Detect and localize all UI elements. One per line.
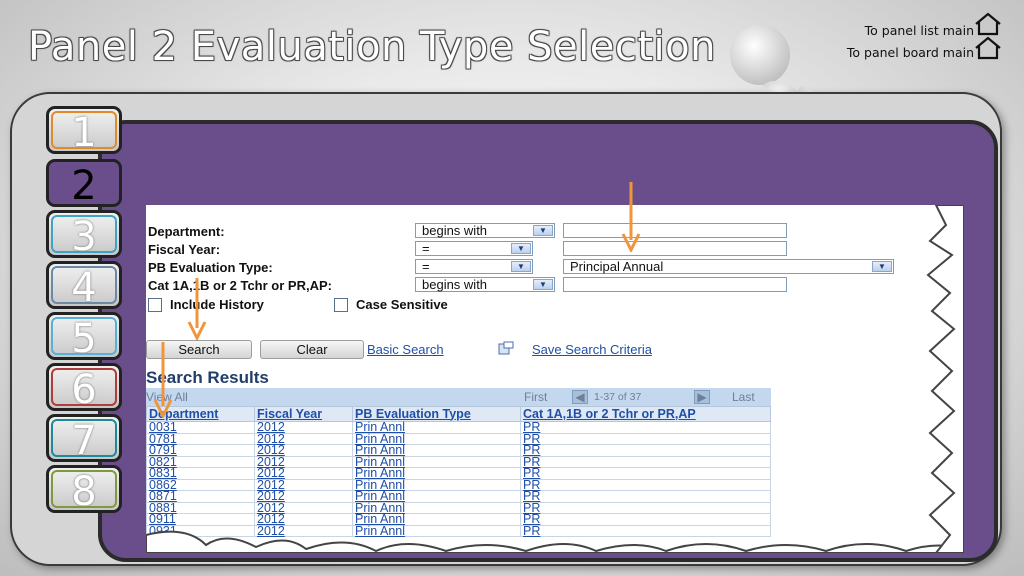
cat-cell[interactable]: PR (520, 456, 771, 468)
torn-edge-right (926, 205, 964, 553)
embedded-search-screenshot: Department: Fiscal Year: PB Evaluation T… (146, 205, 964, 553)
pb-evaluation-type-select[interactable]: Principal Annual ▼ (563, 259, 894, 274)
chevron-down-icon: ▼ (872, 261, 892, 272)
torn-edge-bottom (146, 530, 964, 553)
cat-operator-select[interactable]: begins with ▼ (415, 277, 555, 292)
first-link[interactable]: First (524, 390, 547, 404)
fiscal-year-input[interactable] (563, 241, 787, 256)
include-history-label: Include History (170, 297, 264, 312)
cat-cell[interactable]: PR (520, 421, 771, 434)
home-icon[interactable] (974, 12, 1002, 36)
table-row: 0871 2012 Prin Annl PR (146, 490, 771, 503)
table-row: 0831 2012 Prin Annl PR (146, 467, 771, 480)
cat-cell[interactable]: PR (520, 479, 771, 491)
department-operator-select[interactable]: begins with ▼ (415, 223, 555, 238)
pb-evaluation-type-operator-select[interactable]: = ▼ (415, 259, 533, 274)
table-row: 0862 2012 Prin Annl PR (146, 479, 771, 491)
department-input[interactable] (563, 223, 787, 238)
table-row: 0821 2012 Prin Annl PR (146, 456, 771, 468)
chevron-down-icon: ▼ (511, 243, 531, 254)
chevron-down-icon: ▼ (533, 225, 553, 236)
chevron-down-icon: ▼ (533, 279, 553, 290)
cat-cell[interactable]: PR (520, 467, 771, 480)
fiscal-year-label: Fiscal Year: (148, 242, 221, 257)
next-arrow-icon[interactable]: ▶ (694, 390, 710, 404)
table-row: 0791 2012 Prin Annl PR (146, 444, 771, 457)
case-sensitive-label: Case Sensitive (356, 297, 448, 312)
clear-button[interactable]: Clear (260, 340, 364, 359)
case-sensitive-checkbox[interactable] (334, 298, 348, 312)
include-history-checkbox[interactable] (148, 298, 162, 312)
arrow-to-search-button-icon (187, 278, 207, 340)
previous-arrow-icon[interactable]: ◀ (572, 390, 588, 404)
tab-1[interactable]: 1 (46, 106, 122, 156)
tab-4[interactable]: 4 (46, 261, 122, 311)
fiscal-year-operator-select[interactable]: = ▼ (415, 241, 533, 256)
save-icon[interactable] (498, 341, 514, 355)
tab-7[interactable]: 7 (46, 414, 122, 464)
results-navigation-bar: View All First ◀ 1-37 of 37 ▶ Last (146, 388, 771, 406)
tab-2[interactable]: 2 (46, 159, 122, 209)
arrow-to-eval-type-icon (621, 182, 641, 252)
tab-5[interactable]: 5 (46, 312, 122, 362)
chevron-down-icon: ▼ (511, 261, 531, 272)
arrow-to-department-column-icon (153, 342, 173, 418)
table-row: 0781 2012 Prin Annl PR (146, 433, 771, 445)
tab-6[interactable]: 6 (46, 363, 122, 413)
home-icon[interactable] (974, 36, 1002, 60)
results-range: 1-37 of 37 (594, 391, 642, 403)
cat-cell[interactable]: PR (520, 444, 771, 457)
cat-label: Cat 1A,1B or 2 Tchr or PR,AP: (148, 278, 332, 293)
table-row: 0031 2012 Prin Annl PR (146, 421, 771, 434)
tab-3[interactable]: 3 (46, 210, 122, 260)
save-search-criteria-link[interactable]: Save Search Criteria (532, 342, 652, 357)
cat-cell[interactable]: PR (520, 490, 771, 503)
cat-cell[interactable]: PR (520, 433, 771, 445)
cat-input[interactable] (563, 277, 787, 292)
column-header-cat[interactable]: Cat 1A,1B or 2 Tchr or PR,AP (520, 406, 771, 422)
tab-8[interactable]: 8 (46, 465, 122, 515)
basic-search-link[interactable]: Basic Search (367, 342, 444, 357)
department-label: Department: (148, 224, 225, 239)
pb-evaluation-type-label: PB Evaluation Type: (148, 260, 273, 275)
slide-title: Panel 2 Evaluation Type Selection (28, 24, 716, 70)
last-link[interactable]: Last (732, 390, 755, 404)
